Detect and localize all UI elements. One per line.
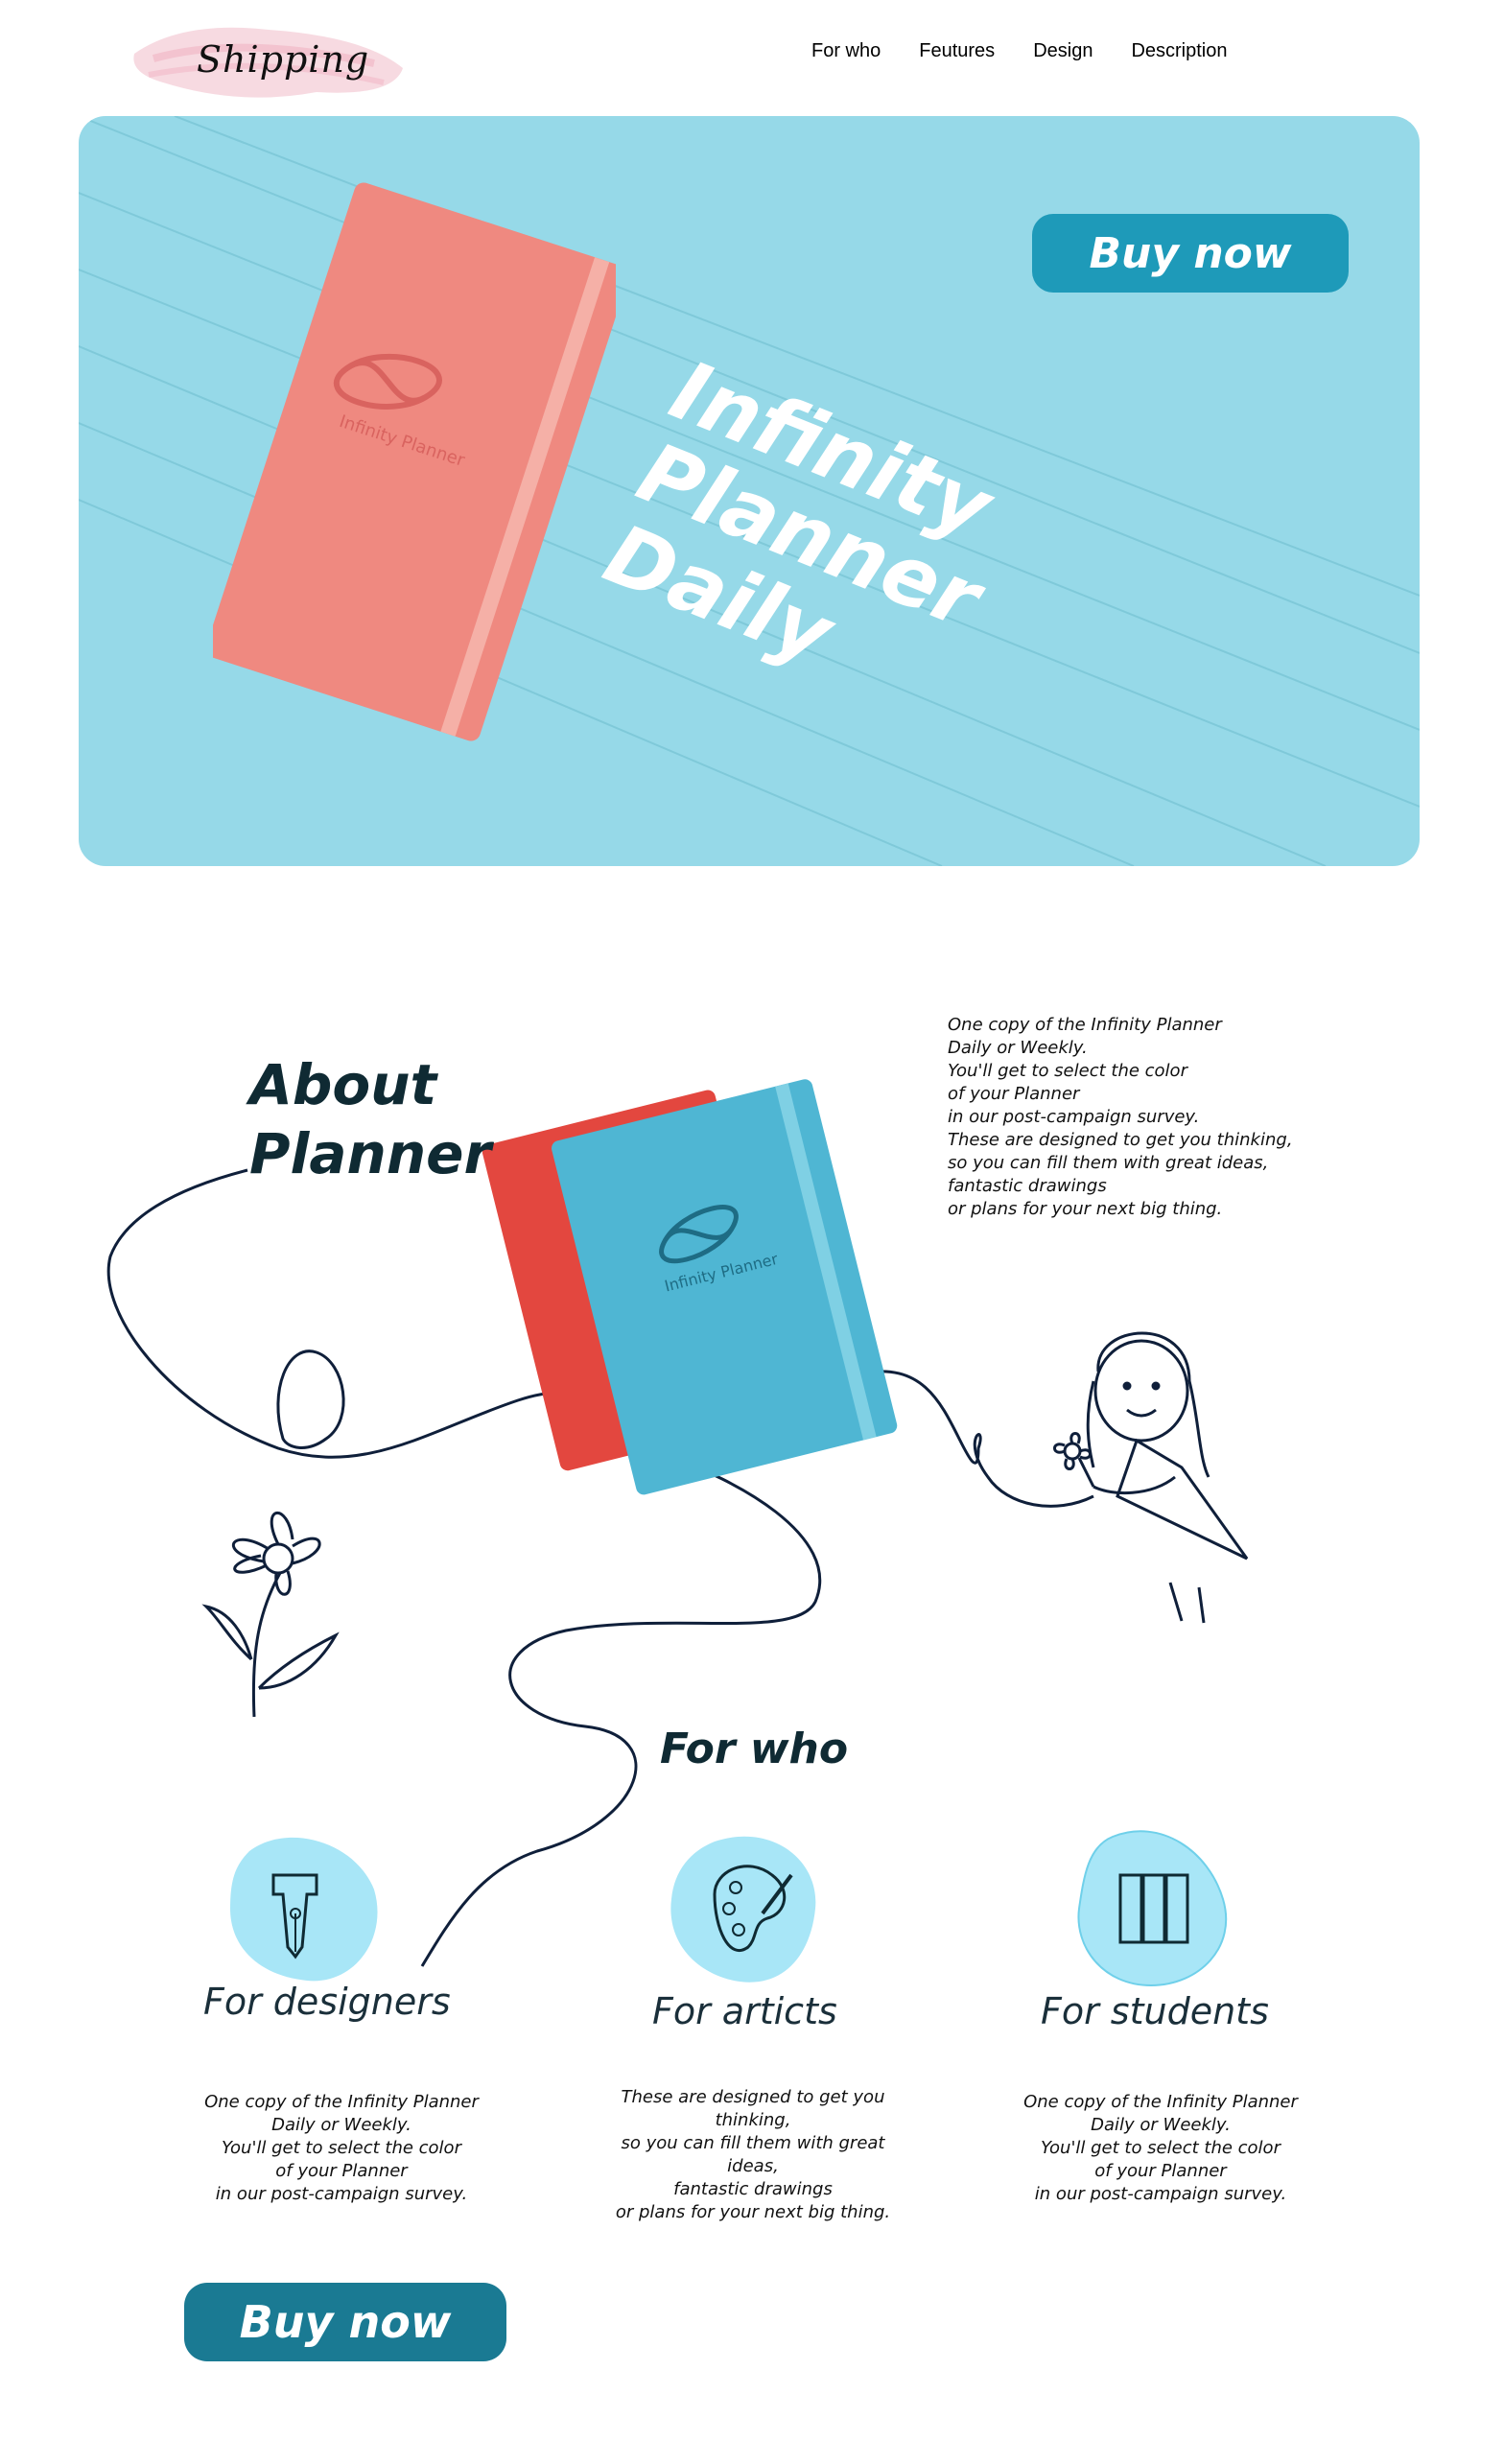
hero-planner-image: Infinity Planner: [213, 182, 616, 741]
palette-icon: [670, 1836, 816, 1983]
about-title-line: Planner: [249, 1121, 492, 1186]
pen-nib-icon: [230, 1837, 378, 1982]
card-title-designers: For designers: [203, 1981, 451, 2023]
for-who-title: For who: [660, 1725, 849, 1773]
hero-banner: Infinity Planner Infinity Planner Daily …: [79, 116, 1420, 866]
card-title-artists: For articts: [652, 1990, 837, 2032]
buy-now-button-hero[interactable]: Buy now: [1032, 214, 1349, 293]
card-text-artists: These are designed to get you thinking, …: [615, 2087, 891, 2222]
flower-doodle: [201, 1511, 340, 1718]
about-title-line: About: [249, 1052, 437, 1117]
logo-text: Shipping: [197, 38, 370, 81]
about-title: About Planner: [249, 1050, 491, 1188]
main-nav: For who Feutures Design Description: [811, 40, 1228, 62]
about-planner-image: Infinity Planner: [482, 1079, 898, 1495]
card-text-students: One copy of the Infinity Planner Daily o…: [1023, 2092, 1298, 2204]
books-icon: [1077, 1830, 1228, 1987]
buy-now-button-bottom[interactable]: Buy now: [184, 2283, 506, 2361]
nav-link-design[interactable]: Design: [1033, 40, 1093, 62]
card-text-designers: One copy of the Infinity Planner Daily o…: [204, 2092, 479, 2204]
nav-link-for-who[interactable]: For who: [811, 40, 881, 62]
doodle-loop: [276, 1349, 345, 1449]
doodle-line: [860, 1370, 1094, 1508]
card-title-students: For students: [1041, 1990, 1269, 2032]
nav-link-features[interactable]: Feutures: [919, 40, 995, 62]
about-description: One copy of the Infinity Planner Daily o…: [948, 1015, 1293, 1219]
nav-link-description[interactable]: Description: [1131, 40, 1227, 62]
girl-doodle: [1053, 1331, 1249, 1624]
